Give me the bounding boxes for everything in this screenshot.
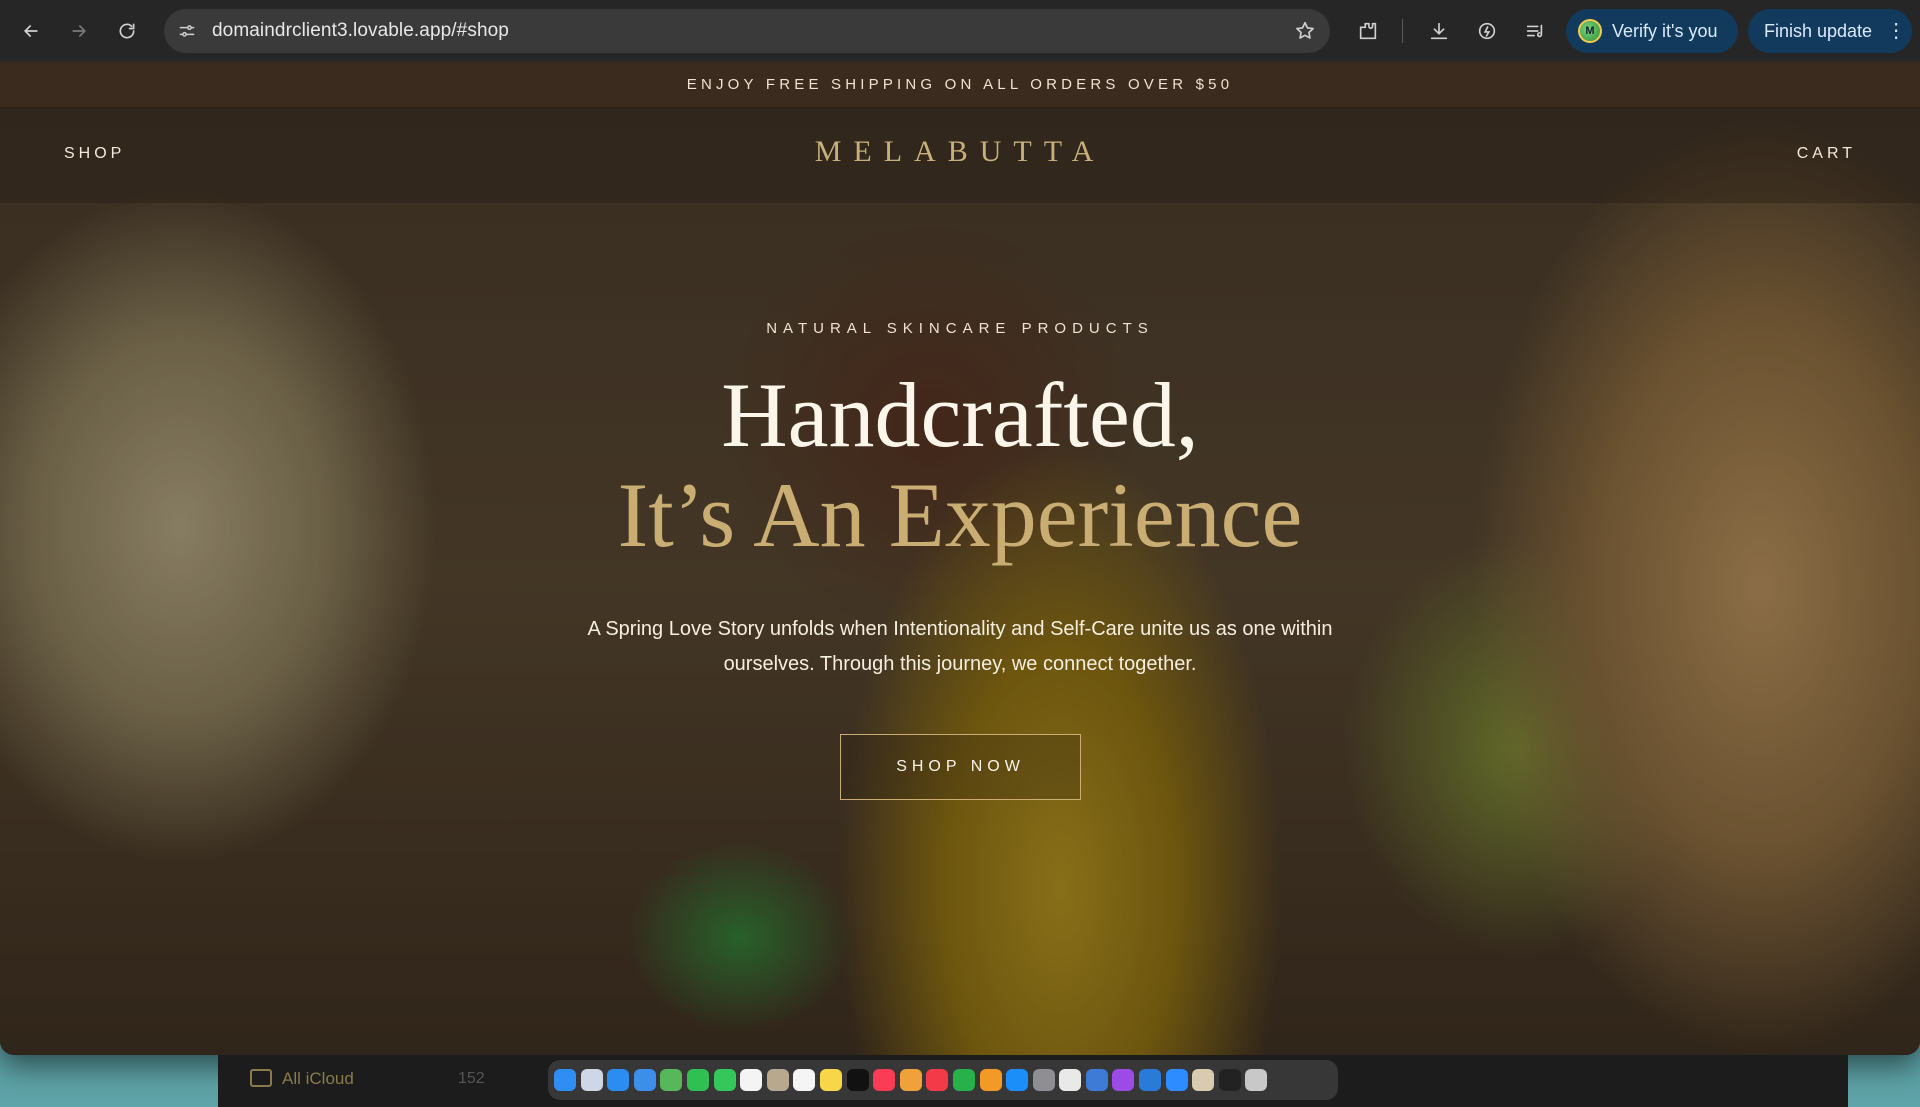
finish-update-label: Finish update: [1764, 20, 1873, 41]
dock-app-contacts-icon[interactable]: [766, 1069, 789, 1091]
dock-app-maps-icon[interactable]: [660, 1069, 683, 1091]
verify-profile-button[interactable]: M Verify it's you: [1566, 9, 1738, 53]
site-info-icon[interactable]: [172, 16, 202, 46]
dock-app-pages-icon[interactable]: [979, 1069, 1002, 1091]
dock-app-photos-icon[interactable]: [899, 1069, 922, 1091]
dock-app-trash-icon[interactable]: [1245, 1069, 1268, 1091]
shop-now-button[interactable]: SHOP NOW: [840, 734, 1081, 800]
extensions-icon[interactable]: [1355, 18, 1381, 44]
finish-update-button[interactable]: Finish update ⋮: [1748, 9, 1912, 53]
finder-count: 152: [458, 1070, 485, 1087]
dock-app-news-icon[interactable]: [926, 1069, 949, 1091]
reload-icon: [119, 23, 135, 39]
hero-description: A Spring Love Story unfolds when Intenti…: [587, 618, 1333, 675]
dock-app-image-viewer-icon[interactable]: [1192, 1069, 1215, 1091]
reload-button[interactable]: [107, 11, 147, 51]
performance-icon[interactable]: [1474, 18, 1500, 44]
dock-app-system-settings-icon[interactable]: [1032, 1069, 1055, 1091]
dock-app-notes-icon[interactable]: [819, 1069, 842, 1091]
dock-app-safari-icon[interactable]: [607, 1069, 630, 1091]
bookmark-star-icon[interactable]: [1294, 20, 1316, 42]
download-icon[interactable]: [1426, 18, 1452, 44]
dock-app-chrome-icon[interactable]: [1059, 1069, 1082, 1091]
hero-eyebrow: NATURAL SKINCARE PRODUCTS: [766, 320, 1154, 337]
arrow-right-icon: [72, 25, 87, 37]
dock-app-calendar-icon[interactable]: [740, 1069, 763, 1091]
finder-label[interactable]: All iCloud: [282, 1069, 354, 1089]
dock-app-terminal-icon[interactable]: [1218, 1069, 1241, 1091]
browser-toolbar: domaindrclient3.lovable.app/#shop M Veri…: [0, 0, 1920, 62]
folder-icon: [250, 1069, 272, 1087]
dock-app-numbers-icon[interactable]: [952, 1069, 975, 1091]
hero-section: SHOP MELABUTTA CART NATURAL SKINCARE PRO…: [0, 107, 1920, 1055]
url-text: domaindrclient3.lovable.app/#shop: [212, 20, 509, 41]
hero-content: NATURAL SKINCARE PRODUCTS Handcrafted, I…: [0, 107, 1920, 1055]
reading-list-icon[interactable]: [1522, 18, 1548, 44]
dock-app-finder-icon[interactable]: [554, 1069, 576, 1091]
dock-app-preview-icon[interactable]: [1085, 1069, 1108, 1091]
profile-avatar: M: [1578, 19, 1602, 43]
dock-app-podcasts-icon[interactable]: [1112, 1069, 1135, 1091]
hero-headline-line2: It’s An Experience: [617, 464, 1303, 566]
hero-headline-line1: Handcrafted,: [721, 364, 1199, 466]
dock: [548, 1060, 1338, 1100]
dock-app-launchpad-icon[interactable]: [580, 1069, 603, 1091]
dock-app-reminders-icon[interactable]: [793, 1069, 816, 1091]
dock-app-mail-icon[interactable]: [633, 1069, 656, 1091]
address-bar[interactable]: domaindrclient3.lovable.app/#shop: [164, 9, 1330, 53]
dock-app-messages-icon[interactable]: [713, 1069, 736, 1091]
arrow-left-icon: [23, 25, 38, 37]
forward-button[interactable]: [59, 11, 99, 51]
dock-app-proxyman-icon[interactable]: [1139, 1069, 1162, 1091]
dock-app-app-store-icon[interactable]: [1006, 1069, 1029, 1091]
dock-app-facetime-icon[interactable]: [686, 1069, 709, 1091]
dock-app-tv-icon[interactable]: [846, 1069, 869, 1091]
announcement-bar: ENJOY FREE SHIPPING ON ALL ORDERS OVER $…: [0, 62, 1920, 107]
web-page: ENJOY FREE SHIPPING ON ALL ORDERS OVER $…: [0, 62, 1920, 1055]
back-button[interactable]: [11, 11, 51, 51]
dock-app-zoom-icon[interactable]: [1165, 1069, 1188, 1091]
verify-label: Verify it's you: [1612, 20, 1718, 41]
more-menu-icon[interactable]: ⋮: [1886, 21, 1906, 41]
toolbar-separator: [1402, 19, 1403, 43]
browser-window: domaindrclient3.lovable.app/#shop M Veri…: [0, 0, 1920, 1055]
dock-app-music-icon[interactable]: [873, 1069, 896, 1091]
